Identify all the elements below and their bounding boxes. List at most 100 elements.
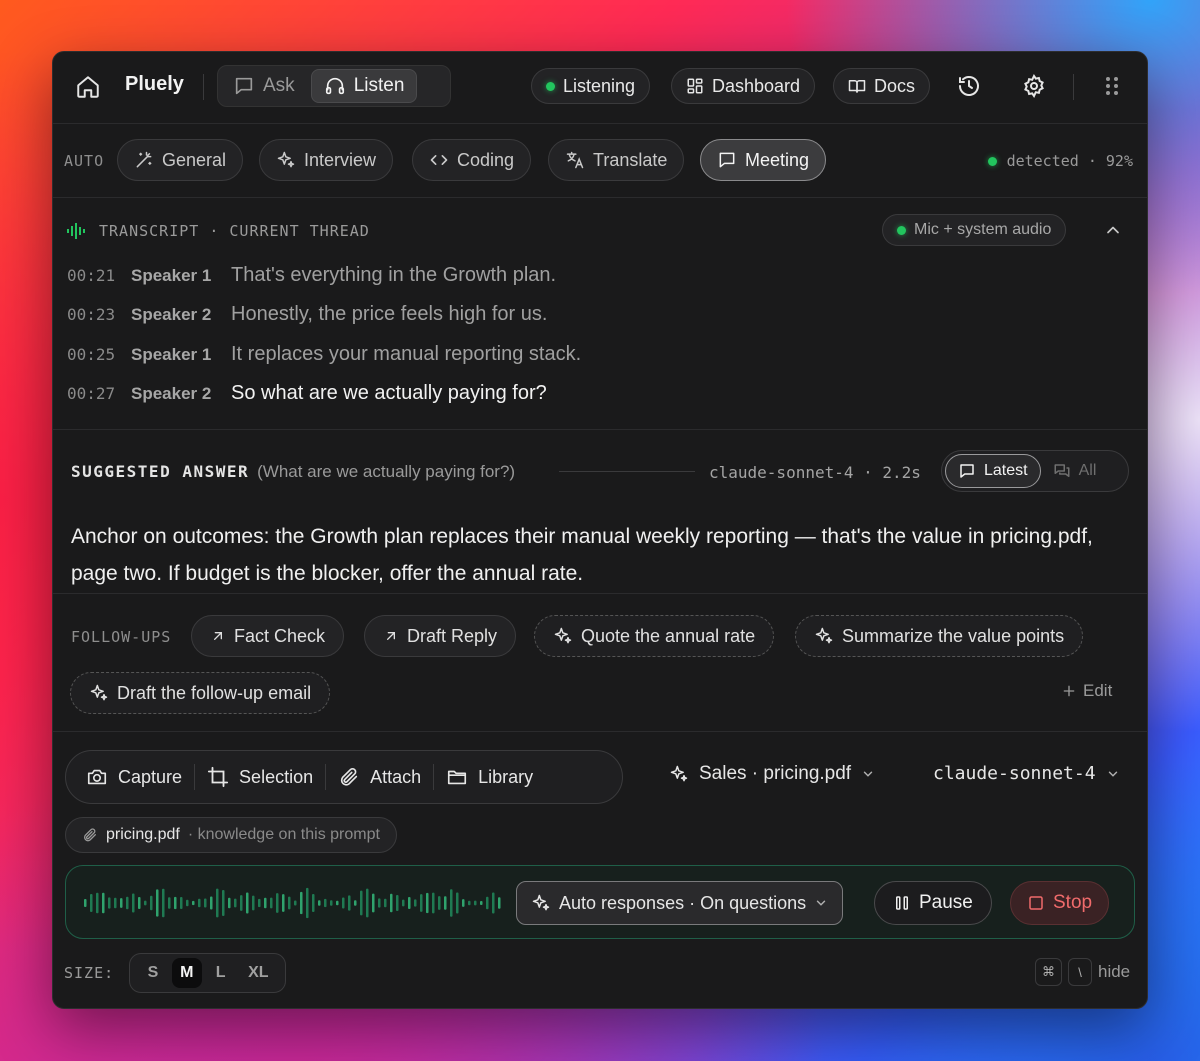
waveform-bar (96, 892, 99, 914)
tool-bar: Capture Selection Attach Library (65, 750, 623, 804)
waveform-bar (390, 893, 393, 913)
waveform-bar (330, 900, 333, 906)
line-text: That's everything in the Growth plan. (231, 264, 557, 286)
waveform-bar (450, 889, 453, 917)
arrow-up-right-icon (383, 628, 399, 644)
chevron-down-icon (861, 767, 875, 781)
chevron-down-icon (1106, 767, 1120, 781)
mode-general-button[interactable]: General (117, 139, 244, 181)
waveform-bar (90, 893, 93, 913)
chevron-up-icon[interactable] (1103, 220, 1123, 240)
arrow-up-right-icon (210, 628, 226, 644)
docs-label: Docs (874, 75, 916, 96)
size-xl-button[interactable]: XL (240, 958, 277, 988)
waveform-bar (306, 887, 309, 919)
pause-button[interactable]: Pause (874, 881, 992, 925)
capture-button[interactable]: Capture (74, 758, 194, 796)
followup-summarize-value-button[interactable]: Summarize the value points (795, 615, 1084, 657)
followup-draft-reply-button[interactable]: Draft Reply (364, 615, 517, 657)
waveform-bar (402, 899, 405, 907)
pluely-window: Pluely Ask Listen Listening Dashboard Do… (52, 51, 1148, 1009)
detected-text: detected · 92% (1006, 152, 1133, 170)
dashboard-button[interactable]: Dashboard (671, 68, 816, 104)
waveform-bar (126, 896, 129, 910)
mode-meeting-label: Meeting (745, 149, 810, 170)
dashboard-label: Dashboard (712, 75, 801, 96)
line-time: 00:25 (67, 345, 116, 364)
waveform-bar (84, 899, 87, 907)
mode-interview-button[interactable]: Interview (259, 139, 394, 181)
mode-coding-button[interactable]: Coding (412, 139, 532, 181)
size-label: SIZE: (64, 964, 115, 982)
listen-mode-button[interactable]: Listen (310, 69, 418, 103)
waveform-bar (150, 895, 153, 911)
size-m-button[interactable]: M (171, 958, 202, 988)
drag-handle-icon[interactable] (1096, 70, 1128, 102)
followup-label: Fact Check (234, 625, 326, 646)
followup-fact-check-button[interactable]: Fact Check (191, 615, 345, 657)
listening-status-pill[interactable]: Listening (531, 68, 651, 104)
grid-icon (686, 77, 704, 95)
attachment-chip[interactable]: pricing.pdf · knowledge on this prompt (65, 817, 397, 853)
model-selector[interactable]: claude-sonnet-4 (933, 763, 1120, 784)
transcript-line: 00:25 Speaker 1 It replaces your manual … (67, 343, 581, 366)
paperclip-icon (338, 766, 360, 788)
waveform-bar (168, 897, 171, 909)
waveform-bar (360, 890, 363, 916)
attach-button[interactable]: Attach (326, 758, 433, 796)
magic-wand-icon (134, 150, 154, 170)
followup-label: Draft Reply (407, 625, 498, 646)
edit-followups-button[interactable]: Edit (1061, 681, 1112, 701)
divider (559, 471, 695, 472)
audio-source-pill[interactable]: Mic + system audio (882, 214, 1067, 246)
history-icon[interactable] (953, 70, 985, 102)
waveform-bar (144, 900, 147, 906)
context-selector[interactable]: Sales · pricing.pdf (669, 763, 875, 785)
size-l-button[interactable]: L (206, 958, 236, 988)
waveform-bar (276, 893, 279, 913)
mode-meeting-button[interactable]: Meeting (700, 139, 827, 181)
waveform-bar (396, 895, 399, 911)
selection-button[interactable]: Selection (195, 758, 325, 796)
gear-icon[interactable] (1018, 70, 1050, 102)
waveform-bar (156, 889, 159, 917)
stop-button[interactable]: Stop (1010, 881, 1110, 925)
waveform-bar (414, 899, 417, 907)
ask-mode-label: Ask (263, 75, 295, 96)
followup-label: Summarize the value points (842, 625, 1065, 646)
waveform-bar (498, 897, 501, 909)
ask-mode-button[interactable]: Ask (221, 69, 307, 103)
transcript-line: 00:23 Speaker 2 Honestly, the price feel… (67, 303, 547, 326)
sparkles-icon (89, 683, 109, 703)
auto-responses-dropdown[interactable]: Auto responses · On questions (516, 881, 844, 925)
top-bar: Pluely Ask Listen Listening Dashboard Do… (53, 52, 1147, 124)
waveform-bar (186, 899, 189, 907)
suggested-header: SUGGESTED ANSWER (What are we actually p… (71, 462, 515, 482)
mode-general-label: General (162, 149, 227, 170)
divider (203, 74, 204, 100)
waveform-bar (162, 888, 165, 918)
suggested-answer-panel: SUGGESTED ANSWER (What are we actually p… (53, 430, 1147, 594)
waveform-bar (432, 892, 435, 914)
docs-button[interactable]: Docs (833, 68, 931, 104)
waveform-bar (354, 900, 357, 906)
folder-icon (446, 766, 468, 788)
mode-translate-button[interactable]: Translate (548, 139, 685, 181)
library-button[interactable]: Library (434, 758, 545, 796)
sparkles-icon (553, 626, 573, 646)
all-button[interactable]: All (1041, 454, 1109, 488)
waveform-bar (312, 893, 315, 913)
divider (1073, 74, 1074, 100)
selection-label: Selection (239, 766, 314, 787)
followup-quote-annual-rate-button[interactable]: Quote the annual rate (534, 615, 775, 657)
waveform-bar (342, 897, 345, 909)
size-s-button[interactable]: S (138, 958, 168, 988)
waveform-bar (138, 896, 141, 910)
latest-button[interactable]: Latest (945, 454, 1041, 488)
home-icon[interactable] (73, 72, 103, 102)
waveform-bar (492, 892, 495, 914)
sparkles-icon (814, 626, 834, 646)
waveform-bar (252, 895, 255, 911)
followup-draft-email-button[interactable]: Draft the follow-up email (70, 672, 331, 714)
mode-coding-label: Coding (457, 149, 515, 170)
